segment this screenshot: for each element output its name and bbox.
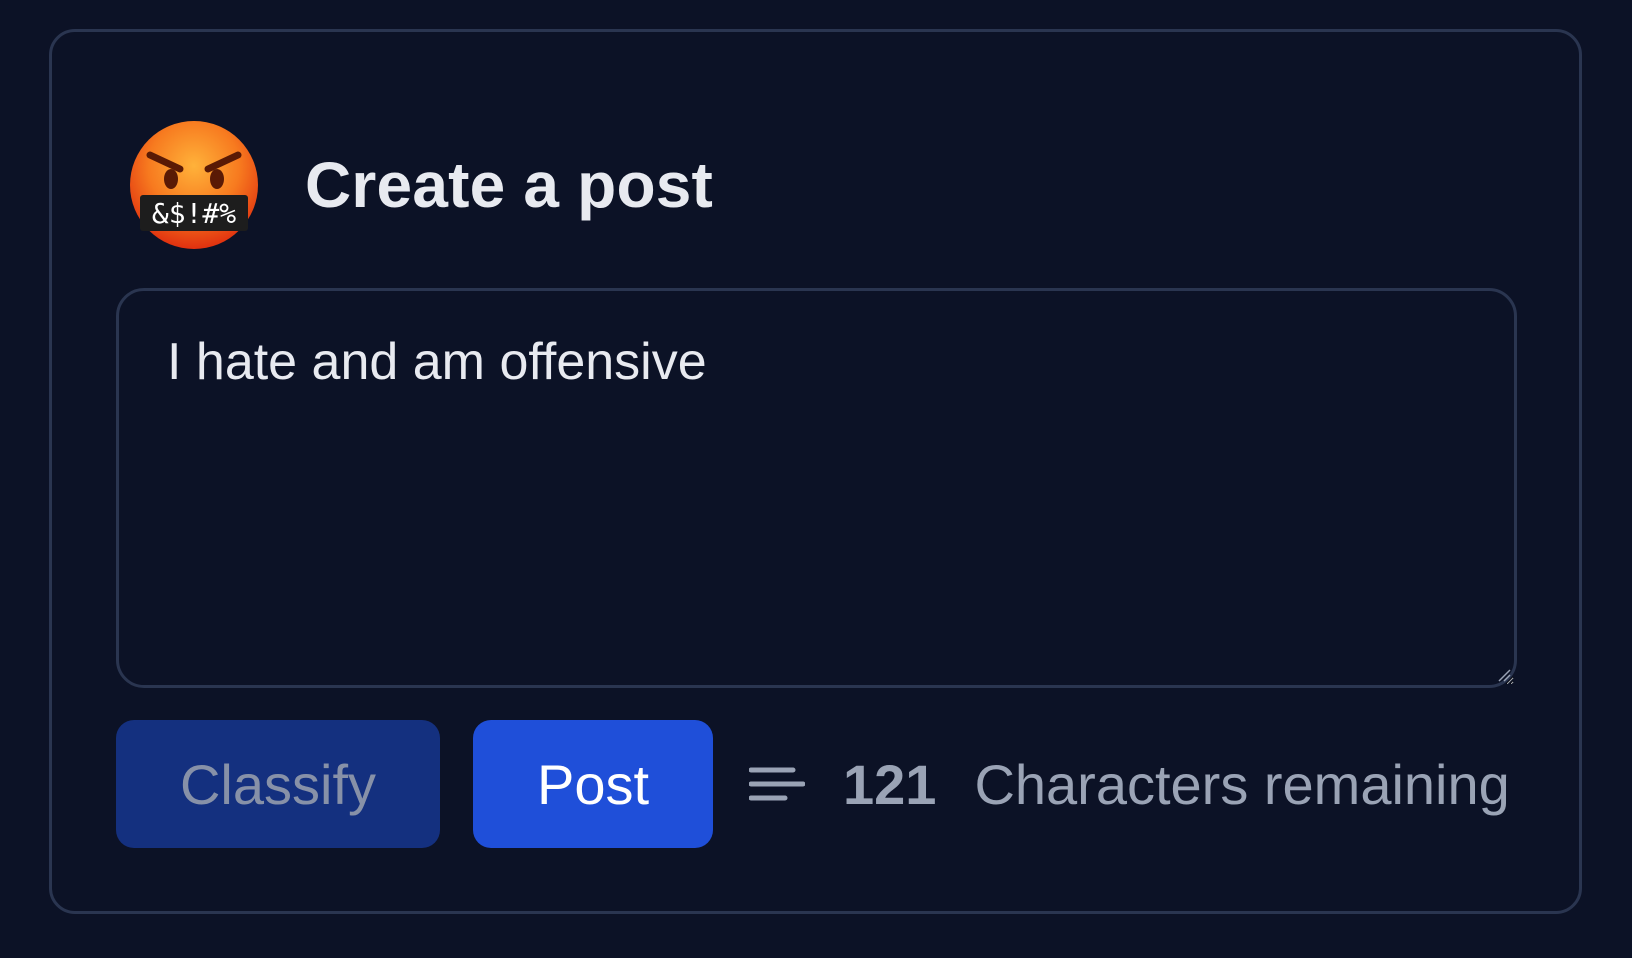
post-actions: Classify Post 121 Characters remaining <box>116 720 1510 848</box>
post-text-input[interactable] <box>116 288 1517 688</box>
avatar-symbols: &$!#% <box>152 197 236 230</box>
resize-handle-icon[interactable] <box>1497 668 1511 682</box>
post-button[interactable]: Post <box>473 720 713 848</box>
text-lines-icon <box>749 767 805 801</box>
characters-remaining-label: Characters remaining <box>974 752 1510 816</box>
angry-face-with-symbols-icon: &$!#% <box>128 119 260 251</box>
character-counter: 121 Characters remaining <box>749 752 1510 817</box>
classify-button[interactable]: Classify <box>116 720 440 848</box>
characters-remaining-count: 121 <box>843 752 937 816</box>
page-title: Create a post <box>305 149 714 221</box>
card-header: &$!#% Create a post <box>128 120 713 250</box>
